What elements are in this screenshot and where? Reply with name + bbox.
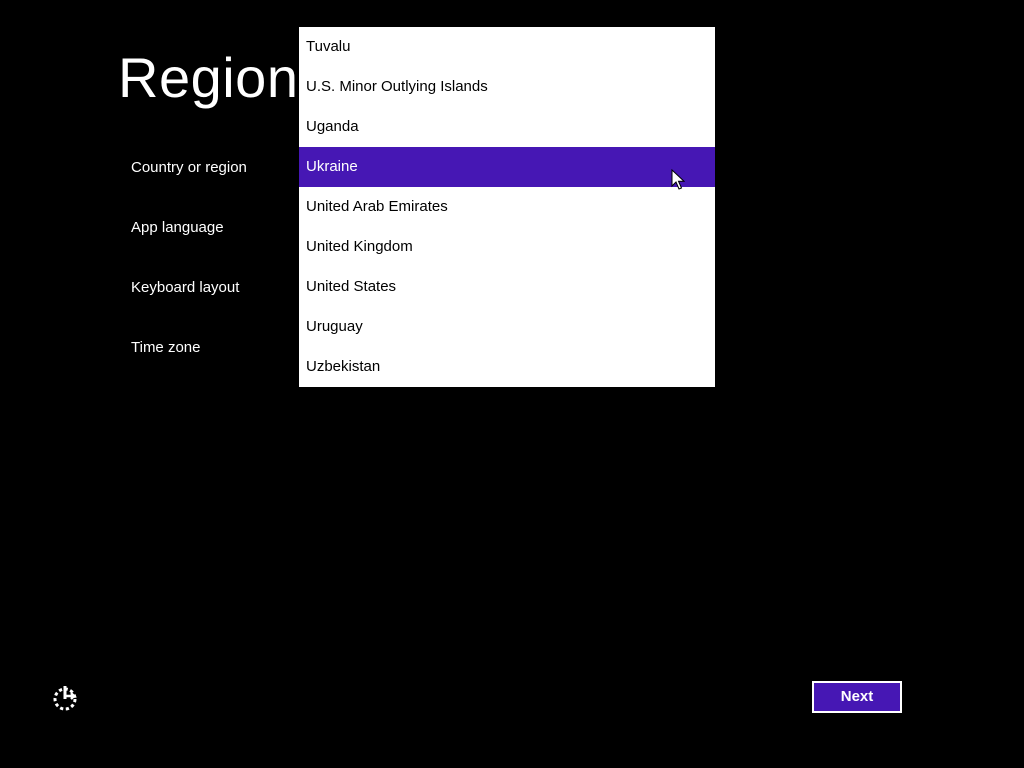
region-setup-screen: Region Country or region App language Ke… bbox=[0, 0, 1024, 768]
country-option-uruguay[interactable]: Uruguay bbox=[299, 307, 715, 347]
country-option-uganda[interactable]: Uganda bbox=[299, 107, 715, 147]
country-option-uzbekistan[interactable]: Uzbekistan bbox=[299, 347, 715, 387]
country-option-united-arab-emirates[interactable]: United Arab Emirates bbox=[299, 187, 715, 227]
app-language-label: App language bbox=[131, 219, 224, 236]
country-option-tuvalu[interactable]: Tuvalu bbox=[299, 27, 715, 67]
next-button[interactable]: Next bbox=[812, 681, 902, 713]
country-dropdown-list[interactable]: Tuvalu U.S. Minor Outlying Islands Ugand… bbox=[299, 27, 715, 387]
country-option-united-kingdom[interactable]: United Kingdom bbox=[299, 227, 715, 267]
country-option-ukraine[interactable]: Ukraine bbox=[299, 147, 715, 187]
ease-of-access-icon[interactable] bbox=[52, 684, 80, 712]
country-option-us-minor-outlying-islands[interactable]: U.S. Minor Outlying Islands bbox=[299, 67, 715, 107]
time-zone-label: Time zone bbox=[131, 339, 201, 356]
page-title: Region bbox=[118, 46, 299, 109]
keyboard-layout-label: Keyboard layout bbox=[131, 279, 240, 296]
country-or-region-label: Country or region bbox=[131, 159, 247, 176]
country-option-united-states[interactable]: United States bbox=[299, 267, 715, 307]
